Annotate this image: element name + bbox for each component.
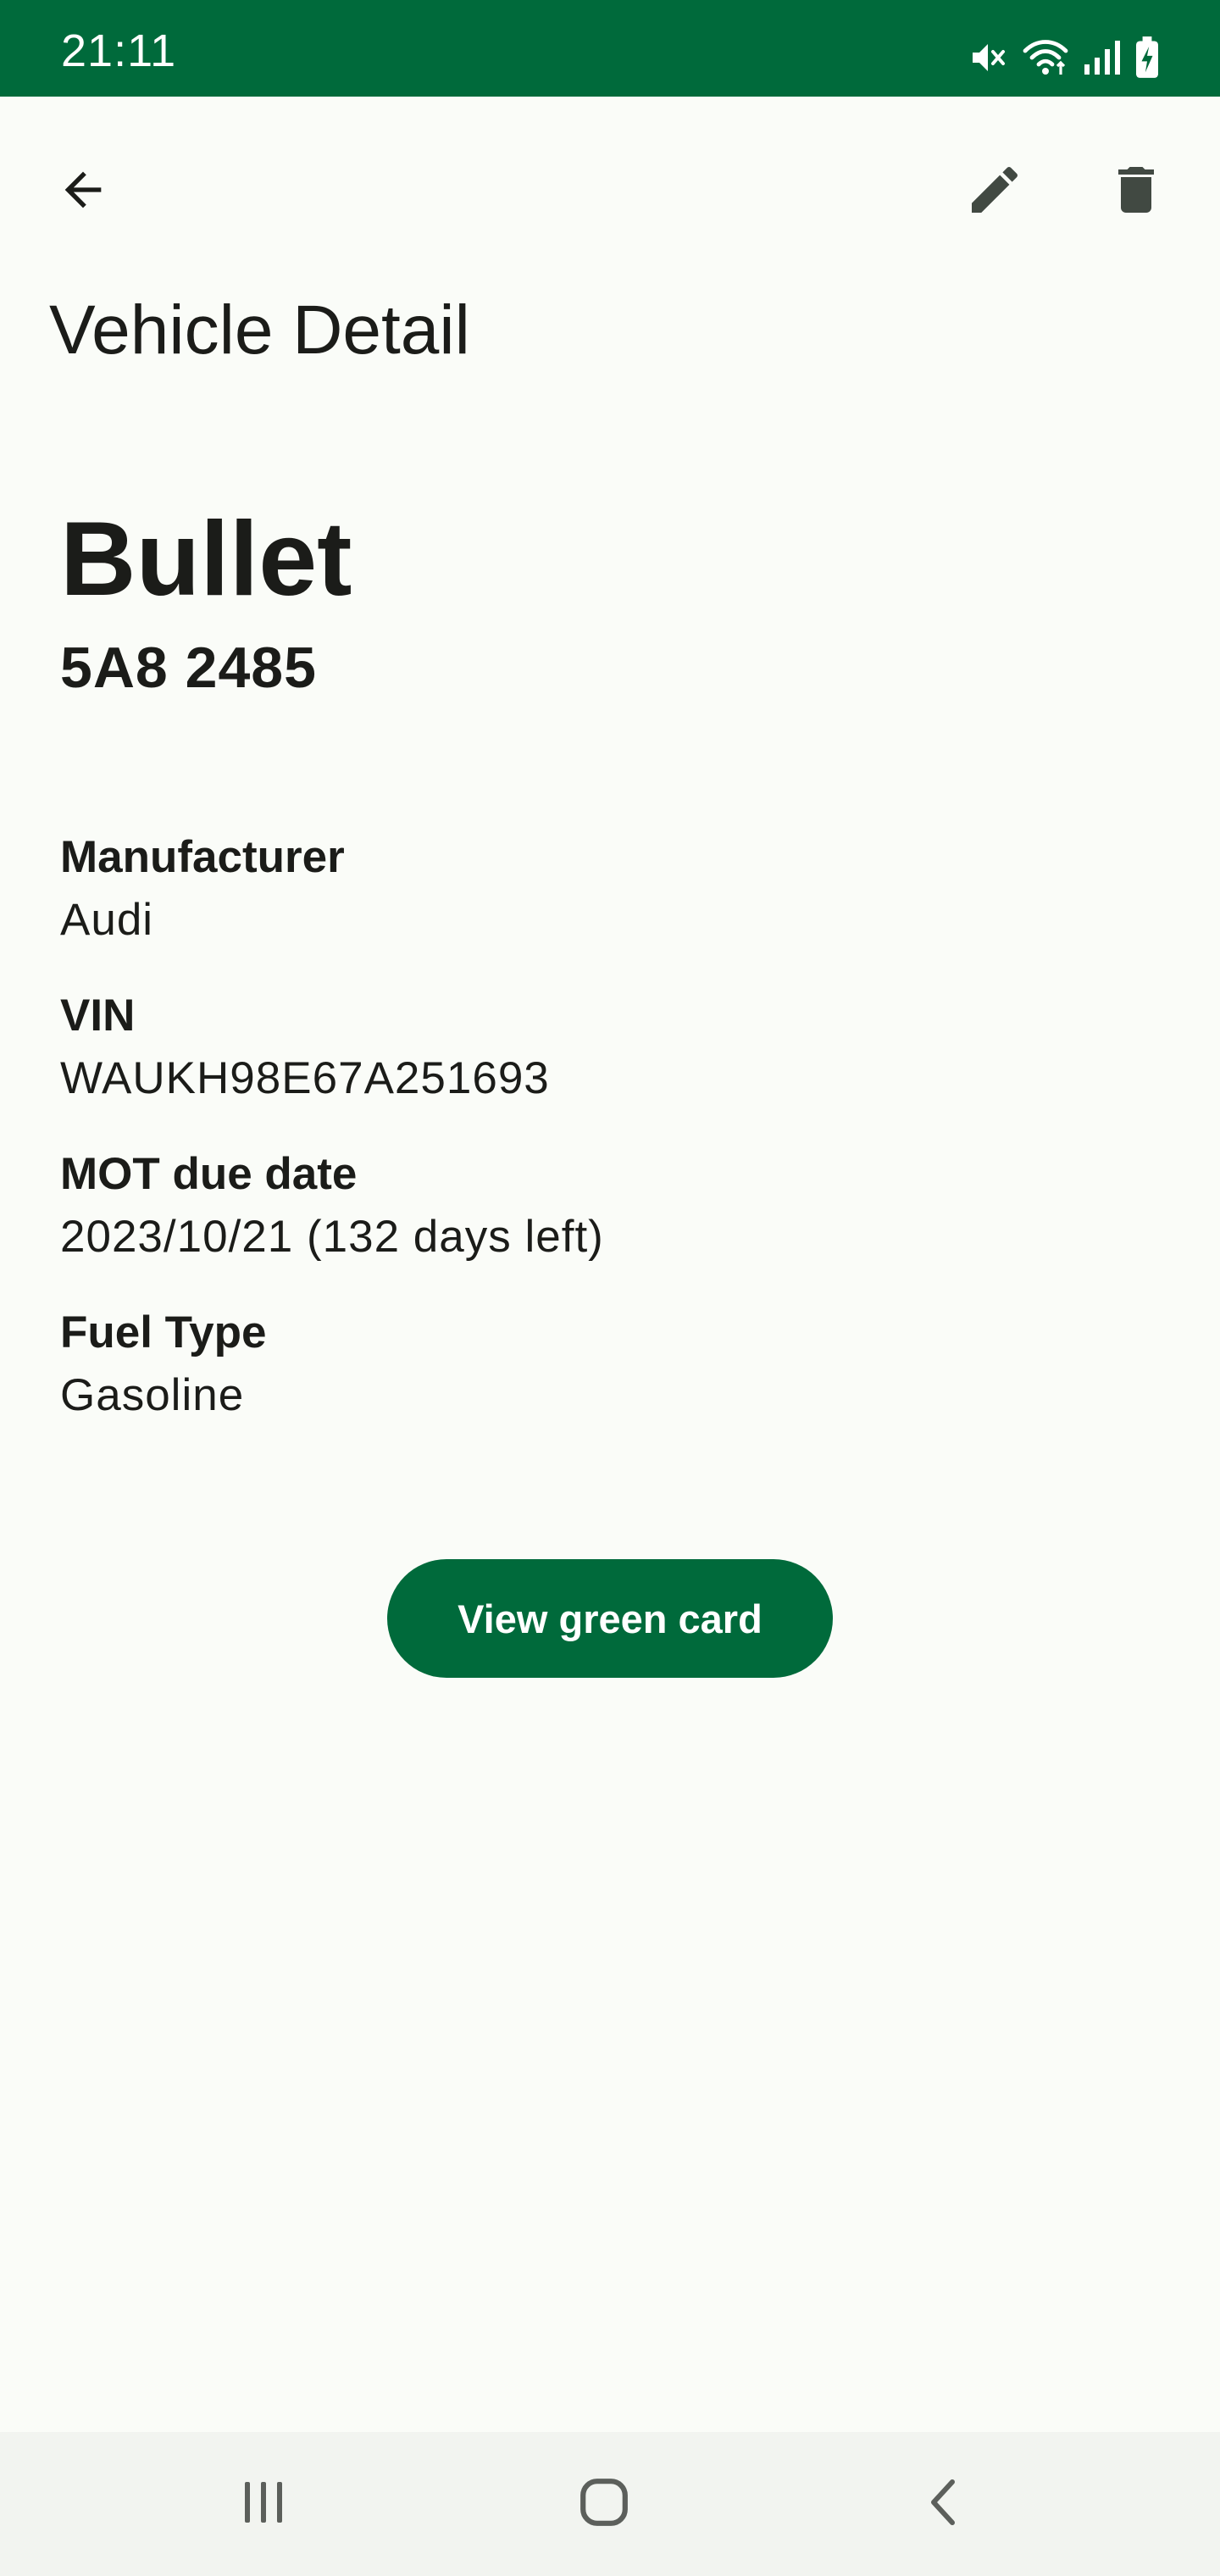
delete-button[interactable] — [1089, 144, 1184, 239]
detail-label: Manufacturer — [60, 832, 345, 882]
back-button[interactable] — [36, 144, 130, 239]
vehicle-plate: 5A8 2485 — [60, 636, 317, 700]
system-back-button[interactable] — [878, 2457, 1013, 2551]
recents-icon — [238, 2477, 289, 2532]
signal-icon — [1083, 37, 1120, 78]
status-time: 21:11 — [61, 25, 177, 76]
home-icon — [578, 2476, 630, 2533]
detail-value: Audi — [60, 895, 154, 945]
detail-label: Fuel Type — [60, 1307, 267, 1357]
detail-fuel-type: Fuel Type Gasoline — [60, 1302, 1162, 1460]
top-app-bar — [0, 97, 1220, 286]
navigation-bar — [0, 2432, 1220, 2576]
status-bar: 21:11 — [0, 0, 1220, 97]
page-title: Vehicle Detail — [49, 291, 470, 369]
edit-pencil-icon — [964, 159, 1025, 225]
detail-vin: VIN WAUKH98E67A251693 — [60, 985, 1162, 1143]
wifi-icon — [1022, 37, 1069, 78]
detail-manufacturer: Manufacturer Audi — [60, 826, 1162, 985]
detail-value: 2023/10/21 (132 days left) — [60, 1212, 604, 1262]
battery-charging-icon — [1134, 36, 1161, 80]
back-arrow-icon — [56, 163, 110, 221]
vehicle-name: Bullet — [60, 501, 352, 618]
detail-label: VIN — [60, 991, 136, 1041]
delete-trash-icon — [1106, 159, 1167, 225]
home-button[interactable] — [536, 2457, 672, 2551]
mute-icon — [968, 37, 1008, 78]
view-green-card-button[interactable]: View green card — [387, 1559, 833, 1678]
back-chevron-icon — [920, 2477, 971, 2532]
detail-mot-due-date: MOT due date 2023/10/21 (132 days left) — [60, 1143, 1162, 1302]
status-icons — [968, 34, 1161, 81]
recents-button[interactable] — [196, 2457, 331, 2551]
detail-value: Gasoline — [60, 1370, 245, 1420]
vehicle-details: Manufacturer Audi VIN WAUKH98E67A251693 … — [60, 826, 1162, 1460]
detail-label: MOT due date — [60, 1149, 358, 1199]
edit-button[interactable] — [947, 144, 1042, 239]
detail-value: WAUKH98E67A251693 — [60, 1053, 550, 1103]
